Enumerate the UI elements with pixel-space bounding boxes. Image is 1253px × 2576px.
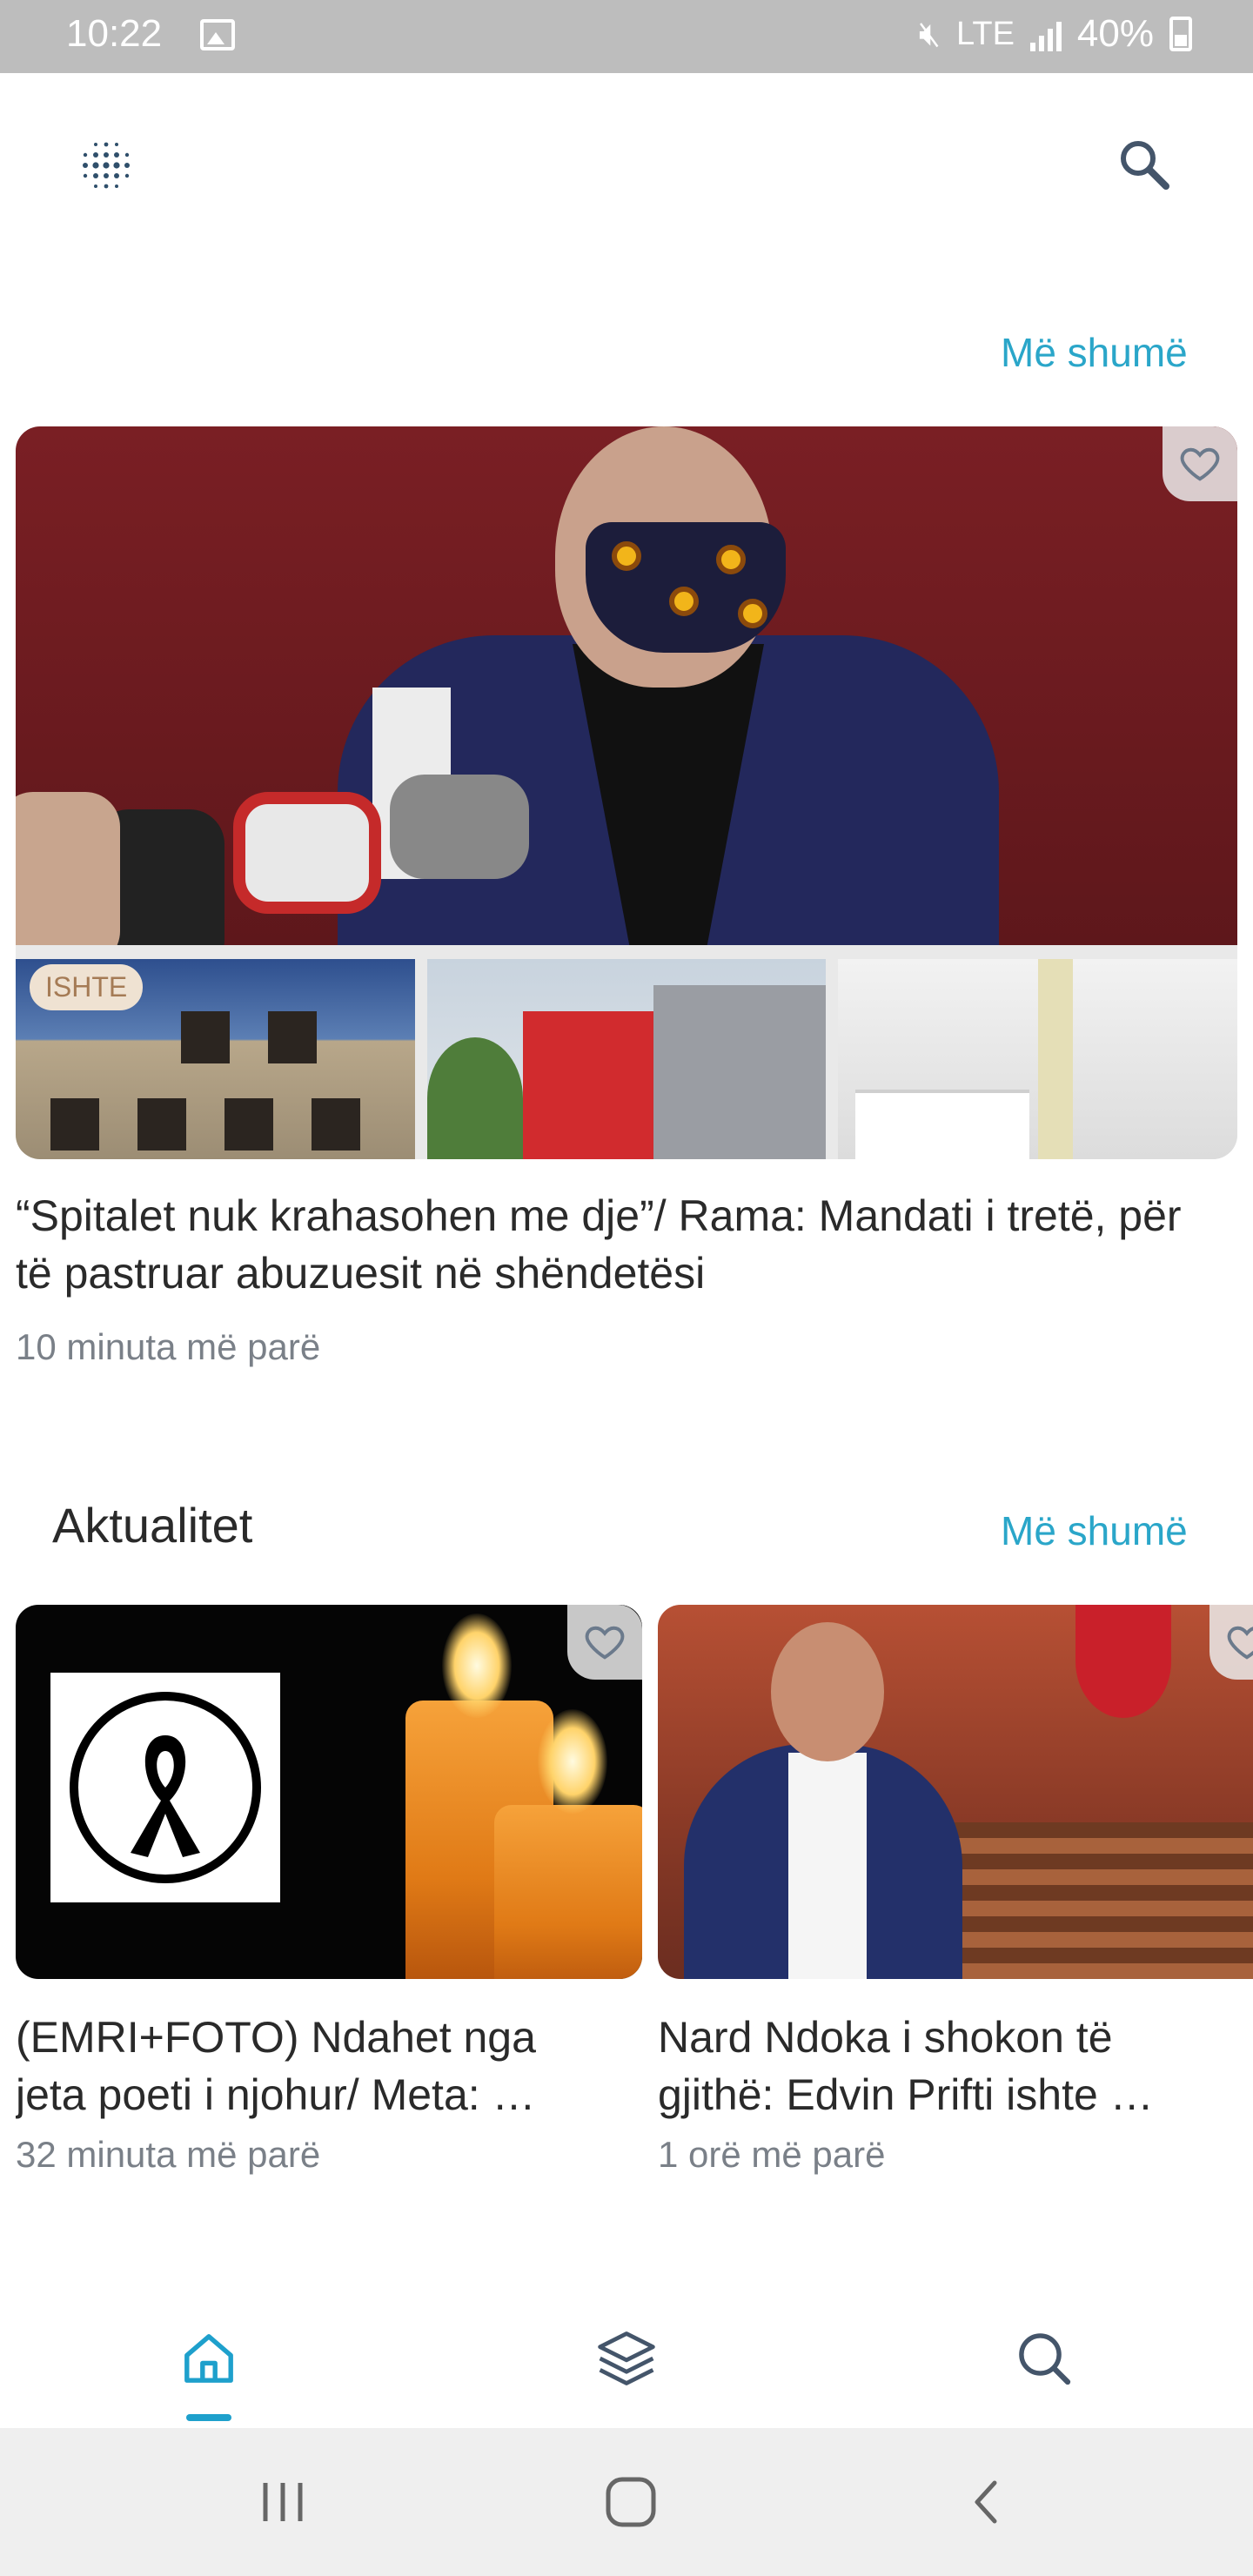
- article-badge: ISHTE: [30, 964, 144, 1010]
- hero-article-title[interactable]: “Spitalet nuk krahasohen me dje”/ Rama: …: [16, 1187, 1199, 1302]
- article-card[interactable]: Nard Ndoka i shokon të gjithë: Edvin Pri…: [658, 1605, 1253, 2176]
- article-title-line2: gjithë: Edvin Prifti ishte …: [658, 2070, 1154, 2119]
- article-image[interactable]: [16, 1605, 642, 1979]
- article-title[interactable]: Nard Ndoka i shokon të gjithë: Edvin Pri…: [658, 2009, 1215, 2123]
- article-time: 32 minuta më parë: [16, 2134, 321, 2175]
- favorite-heart-icon[interactable]: [567, 1605, 642, 1680]
- hero-photo-strip: [16, 959, 1237, 1159]
- status-right-group: 🔇︎ LTE 40%: [919, 12, 1192, 56]
- status-bar: 10:22 🔇︎ LTE 40%: [0, 0, 1253, 73]
- active-tab-indicator: [186, 2414, 231, 2421]
- hero-article-image[interactable]: [16, 426, 1237, 1159]
- article-title[interactable]: (EMRI+FOTO) Ndahet nga jeta poeti i njoh…: [16, 2009, 625, 2123]
- favorite-heart-icon[interactable]: [1163, 426, 1237, 501]
- back-icon[interactable]: [957, 2472, 1018, 2532]
- mourning-ribbon-icon: [131, 1735, 200, 1857]
- hero-main-photo: [16, 426, 1237, 945]
- network-type: LTE: [956, 15, 1015, 52]
- home-circle-icon[interactable]: [600, 2472, 661, 2532]
- article-time: 1 orë më parë: [658, 2134, 886, 2175]
- status-time: 10:22: [66, 12, 163, 55]
- search-icon[interactable]: [1114, 134, 1175, 195]
- article-title-line1: Nard Ndoka i shokon të: [658, 2013, 1113, 2062]
- layers-icon[interactable]: [592, 2324, 661, 2393]
- favorite-heart-icon[interactable]: [1209, 1605, 1253, 1680]
- app-header: [0, 73, 1253, 247]
- article-title-line2: jeta poeti i njohur/ Meta: …: [16, 2070, 536, 2119]
- section-title-aktualitet: Aktualitet: [52, 1498, 253, 1553]
- signal-icon: [1029, 17, 1062, 51]
- article-title-line1: (EMRI+FOTO) Ndahet nga: [16, 2013, 536, 2062]
- battery-percent: 40%: [1076, 12, 1154, 55]
- hero-article-time: 10 minuta më parë: [16, 1326, 321, 1367]
- more-link-top[interactable]: Më shumë: [1001, 329, 1188, 376]
- article-card[interactable]: (EMRI+FOTO) Ndahet nga jeta poeti i njoh…: [16, 1605, 642, 2176]
- recents-icon[interactable]: [252, 2472, 313, 2532]
- more-link-aktualitet[interactable]: Më shumë: [1001, 1507, 1188, 1554]
- bottom-navigation: [0, 2294, 1253, 2428]
- gallery-icon: [200, 19, 235, 50]
- battery-icon: [1169, 17, 1192, 51]
- grid-dots-icon[interactable]: [75, 134, 137, 197]
- mute-icon: 🔇︎: [918, 14, 941, 53]
- home-icon[interactable]: [174, 2324, 244, 2393]
- article-image[interactable]: [658, 1605, 1253, 1979]
- search-icon[interactable]: [1009, 2324, 1079, 2393]
- system-navigation-bar: [0, 2428, 1253, 2576]
